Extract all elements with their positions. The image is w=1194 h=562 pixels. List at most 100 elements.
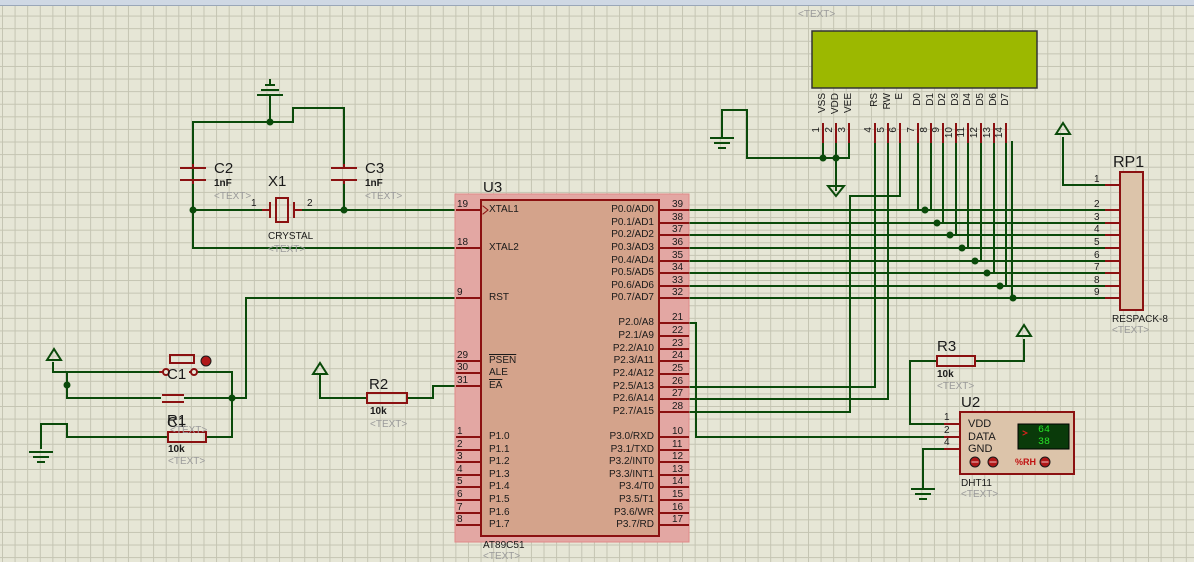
- lcd-pin-number: 13: [982, 127, 993, 139]
- u3-pin-number: 25: [672, 363, 684, 374]
- u3-pin-number: 22: [672, 325, 684, 336]
- u2-part: DHT11: [961, 478, 992, 489]
- lcd-pin-name: D7: [1000, 93, 1011, 106]
- u3-pin-number: 6: [457, 489, 463, 500]
- u3-pin-name: P1.0: [489, 431, 510, 442]
- lcd-pin-number: 12: [969, 127, 980, 139]
- u3-pin-name: XTAL1: [489, 204, 519, 215]
- u3-pin-name: P2.1/A9: [618, 330, 654, 341]
- u3-pin-number: 32: [672, 287, 684, 298]
- r3-ref: R3: [937, 338, 957, 355]
- u3-pin-number: 12: [672, 451, 684, 462]
- lcd-pin-number: 6: [888, 127, 899, 133]
- rp1-placeholder: <TEXT>: [1112, 325, 1150, 336]
- u3-pin-number: 33: [672, 275, 684, 286]
- u3-pin-name: P3.7/RD: [616, 519, 654, 530]
- u3-pin-number: 10: [672, 426, 684, 437]
- x1-ref: X1: [268, 173, 287, 190]
- u3-pin-name: P1.5: [489, 494, 510, 505]
- r2-placeholder: <TEXT>: [370, 419, 408, 430]
- lcd-pin-number: 3: [837, 127, 848, 133]
- lcd-pin-name: E: [894, 93, 905, 100]
- u3-pin-name: P2.6/A14: [612, 393, 654, 404]
- u3-pin-number: 36: [672, 237, 684, 248]
- u3-pin-name: P0.4/AD4: [611, 255, 654, 266]
- u3-pin-number: 26: [672, 376, 684, 387]
- u3-pin-name: P1.4: [489, 481, 510, 492]
- u2-pin-number: 4: [944, 437, 950, 448]
- c1-probe-icon: [200, 355, 212, 367]
- u3-pin-number: 14: [672, 476, 684, 487]
- lcd-pin-name: D3: [950, 93, 961, 106]
- u3-pin-name: P1.1: [489, 444, 510, 455]
- u2-pin-name: GND: [968, 443, 993, 455]
- lcd-pin-number: 4: [863, 127, 874, 133]
- u3-pin-name: P2.5/A13: [612, 381, 654, 392]
- u3-pin-name: P3.1/TXD: [610, 444, 654, 455]
- u3-pin-number: 24: [672, 350, 684, 361]
- u3-pin-number: 16: [672, 502, 684, 513]
- rp1-pin-number: 7: [1094, 262, 1100, 273]
- u3-pin-name: P3.6/WR: [613, 507, 654, 518]
- lcd-pin-name: D0: [912, 93, 923, 106]
- u3-pin-number: 34: [672, 262, 684, 273]
- u3-pin-name: P0.6/AD6: [611, 280, 654, 291]
- u2-placeholder: <TEXT>: [961, 489, 999, 500]
- r1-value: 10k: [168, 444, 185, 455]
- u3-pin-number: 17: [672, 514, 684, 525]
- u3-pin-number: 1: [457, 426, 463, 437]
- u3-pin-number: 3: [457, 451, 463, 462]
- u3-pin-number: 30: [457, 362, 469, 373]
- u3-pin-name: P0.1/AD1: [611, 217, 654, 228]
- lcd-pin-number: 8: [919, 127, 930, 133]
- rp1-body[interactable]: [1119, 171, 1144, 311]
- u3-ref: U3: [483, 179, 503, 196]
- rp1-ref: RP1: [1113, 154, 1145, 171]
- u2-pin-number: 2: [944, 425, 950, 436]
- u3-pin-name: P0.5/AD5: [611, 267, 654, 278]
- lcd-pin-name: D5: [975, 93, 986, 106]
- u3-pin-number: 8: [457, 514, 463, 525]
- lcd-pin-number: 7: [906, 127, 917, 133]
- u3-pin-name: P2.3/A11: [613, 355, 654, 366]
- u3-pin-number: 9: [457, 287, 463, 298]
- u2-pin-name: DATA: [968, 431, 996, 443]
- u3-pin-number: 29: [457, 350, 469, 361]
- u3-placeholder: <TEXT>: [483, 551, 521, 562]
- r2-ref: R2: [369, 376, 389, 393]
- u3-pin-number: 15: [672, 489, 684, 500]
- r3-placeholder: <TEXT>: [937, 381, 975, 392]
- u3-pin-name: P1.3: [489, 469, 510, 480]
- lcd-pin-number: 2: [824, 127, 835, 133]
- u3-pin-name: XTAL2: [489, 242, 519, 253]
- u2-reading-temperature: 38: [1038, 437, 1051, 448]
- u3-pin-name: PSEN: [489, 355, 517, 366]
- u3-pin-name: RST: [489, 292, 509, 303]
- u3-part: AT89C51: [483, 540, 525, 551]
- r2-value: 10k: [370, 406, 387, 417]
- u3-pin-number: 4: [457, 464, 463, 475]
- schematic-canvas[interactable]: [0, 0, 1194, 560]
- u3-pin-name: P3.0/RXD: [609, 431, 654, 442]
- u3-pin-number: 19: [457, 199, 469, 210]
- x1-placeholder: <TEXT>: [268, 244, 306, 255]
- x1-value: CRYSTAL: [268, 231, 314, 242]
- lcd-pin-number: 14: [994, 127, 1005, 139]
- lcd-pin-name: D2: [937, 93, 948, 106]
- c3-placeholder: <TEXT>: [365, 191, 403, 202]
- lcd-placeholder: <TEXT>: [798, 9, 836, 20]
- c2-value: 1nF: [214, 178, 232, 189]
- u3-pin-name: P0.7/AD7: [611, 292, 654, 303]
- u3-pin-name: P2.0/A8: [618, 317, 654, 328]
- rp1-pin-number: 2: [1094, 199, 1100, 210]
- u3-pin-number: 39: [672, 199, 684, 210]
- x1-pin-1: 1: [251, 198, 257, 209]
- lcd-screen[interactable]: [811, 30, 1038, 89]
- rp1-pin-number: 4: [1094, 224, 1100, 235]
- u3-pin-name: P2.2/A10: [612, 343, 654, 354]
- u2-reading-humidity: 64: [1038, 425, 1051, 436]
- u3-pin-number: 7: [457, 502, 463, 513]
- u3-pin-number: 11: [672, 439, 683, 450]
- u3-pin-number: 21: [672, 312, 684, 323]
- rp1-pin-number: 5: [1094, 237, 1100, 248]
